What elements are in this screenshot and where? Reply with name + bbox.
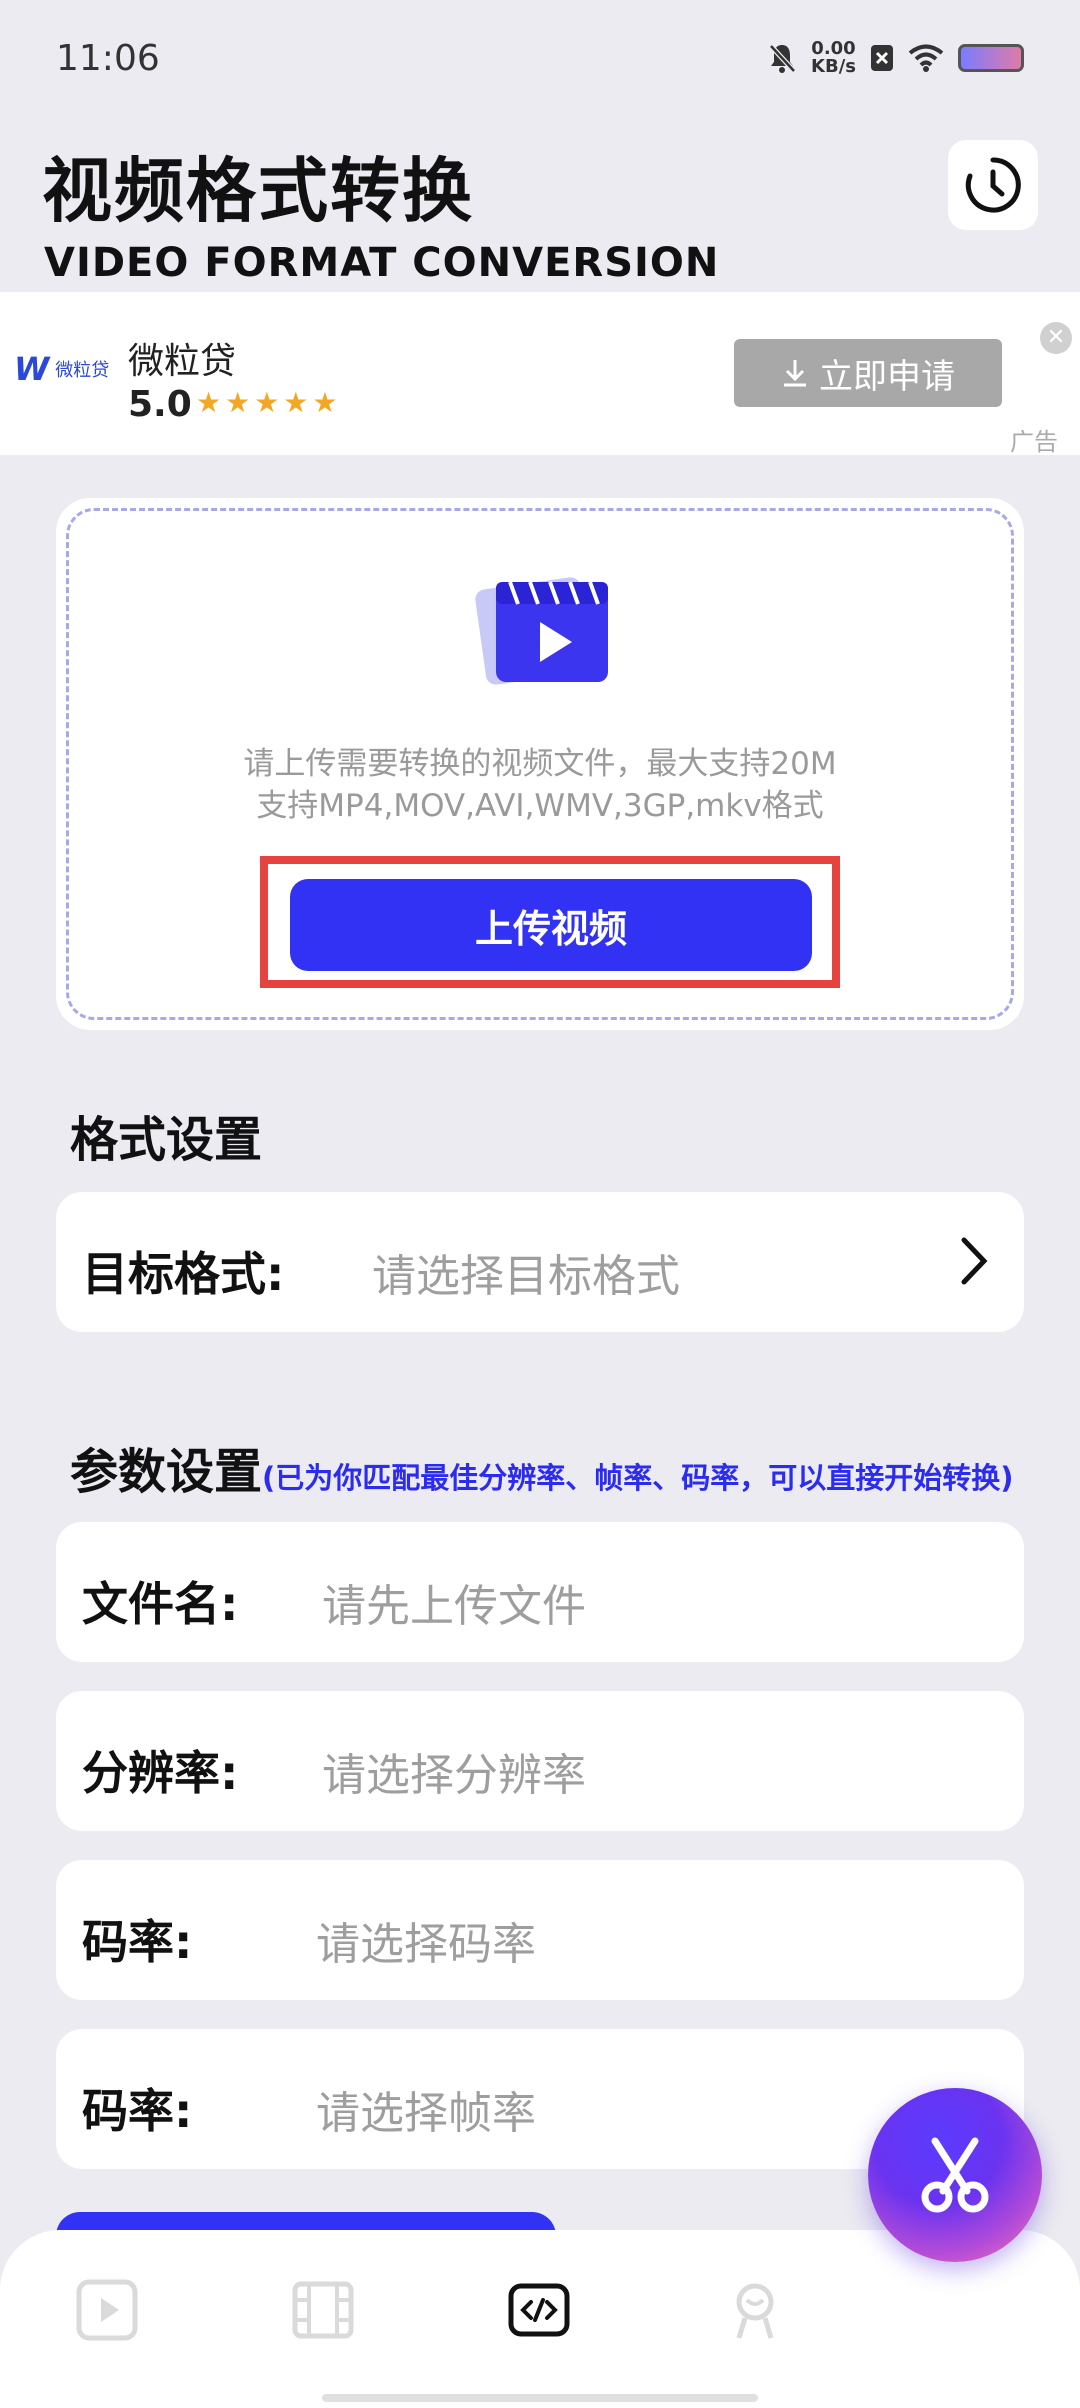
clock-history-icon [965,157,1021,213]
framerate-value: 请选择帧率 [316,2088,536,2139]
resolution-label: 分辨率: [82,1746,239,1800]
bitrate-label: 码率: [82,1915,193,1969]
tab-profile[interactable] [720,2275,790,2345]
ad-apply-button[interactable]: 立即申请 [734,339,1002,407]
scissors-fab-button[interactable] [868,2088,1042,2262]
ad-apply-label: 立即申请 [819,356,955,397]
bitrate-value: 请选择码率 [316,1919,536,1970]
tab-play[interactable] [72,2275,142,2345]
scissors-icon [921,2137,989,2213]
target-format-value: 请选择目标格式 [372,1251,680,1302]
ad-logo: W 微粒贷 [14,350,109,388]
ad-close-icon[interactable]: ✕ [1040,322,1072,354]
upload-desc-line2: 支持MP4,MOV,AVI,WMV,3GP,mkv格式 [256,788,824,824]
upload-desc-line1: 请上传需要转换的视频文件，最大支持20M [243,746,837,782]
bitrate-row[interactable]: 码率: 请选择码率 [56,1860,1024,2000]
tab-convert[interactable] [504,2275,574,2345]
video-clapper-icon [475,577,608,685]
sim-icon [871,45,893,71]
chevron-right-icon [961,1237,988,1285]
filename-label: 文件名: [82,1577,239,1631]
code-icon [508,2283,570,2337]
net-speed-unit: KB/s [811,56,856,77]
ad-name: 微粒贷 [128,341,237,382]
play-icon [76,2279,138,2341]
target-format-label: 目标格式: [82,1247,285,1301]
ad-rating: 5.0 [128,384,192,425]
net-speed: 0.00 KB/s [811,40,856,76]
upload-card[interactable]: 请上传需要转换的视频文件，最大支持20M 支持MP4,MOV,AVI,WMV,3… [56,498,1024,1030]
params-section-title: 参数设置 [70,1444,263,1500]
params-section-hint: (已为你匹配最佳分辨率、帧率、码率，可以直接开始转换) [262,1461,1014,1495]
page-subtitle: VIDEO FORMAT CONVERSION [44,240,720,286]
params-section-header: 参数设置(已为你匹配最佳分辨率、帧率、码率，可以直接开始转换) [70,1432,1014,1502]
ad-logo-mark: W [14,350,50,388]
filename-value: 请先上传文件 [322,1581,586,1632]
ad-label: 广告 [1010,428,1058,456]
resolution-value: 请选择分辨率 [322,1750,586,1801]
ad-banner[interactable]: W 微粒贷 微粒贷 5.0 ★★★★★ 立即申请 ✕ 广告 [0,292,1080,456]
upload-video-button[interactable]: 上传视频 [290,879,812,971]
framerate-label: 码率: [82,2084,193,2138]
ad-logo-text: 微粒贷 [55,360,110,381]
battery-icon [958,44,1024,72]
status-icons: 0.00 KB/s [767,40,1024,76]
film-icon [292,2281,354,2339]
format-section-title: 格式设置 [70,1112,263,1168]
tab-film[interactable] [288,2275,358,2345]
history-button[interactable] [948,140,1038,230]
home-indicator [322,2394,758,2402]
status-time: 11:06 [56,38,160,79]
target-format-row[interactable]: 目标格式: 请选择目标格式 [56,1192,1024,1332]
ad-stars: ★★★★★ [196,386,342,419]
resolution-row[interactable]: 分辨率: 请选择分辨率 [56,1691,1024,1831]
wifi-icon [908,44,944,72]
mute-bell-icon [769,44,796,73]
profile-icon [736,2283,774,2339]
filename-row[interactable]: 文件名: 请先上传文件 [56,1522,1024,1662]
download-icon [784,360,806,387]
page-title: 视频格式转换 [42,150,474,232]
